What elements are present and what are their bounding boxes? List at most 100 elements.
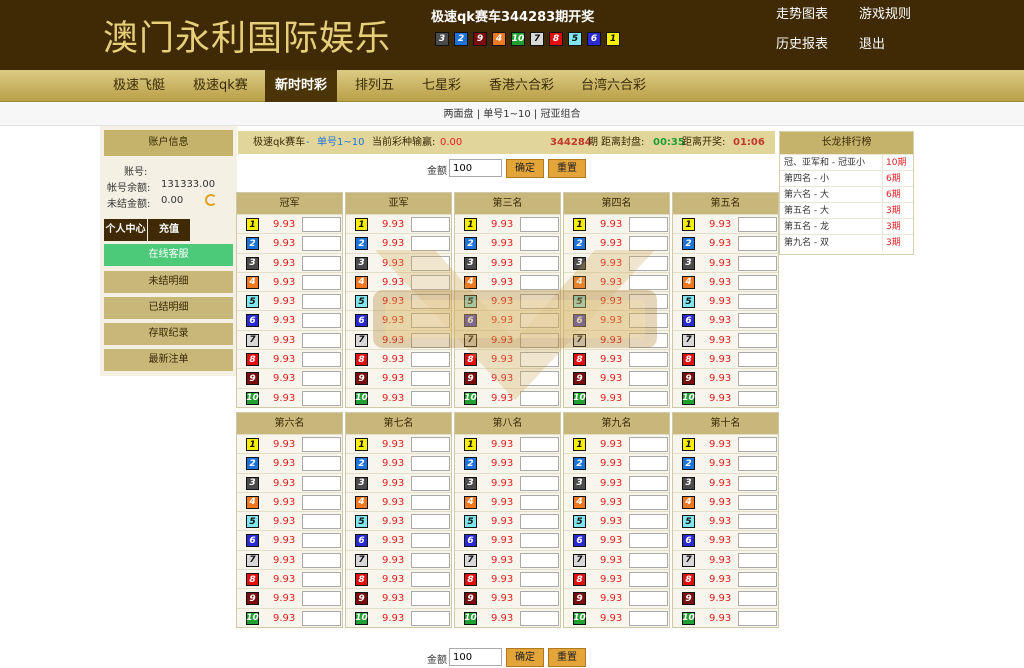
bet-row[interactable]: 5 9.93 [237, 291, 342, 310]
bet-amount-input[interactable] [738, 552, 777, 568]
bet-amount-input[interactable] [738, 475, 777, 491]
bet-row[interactable]: 2 9.93 [673, 453, 778, 472]
bet-amount-input[interactable] [411, 552, 450, 568]
bet-amount-input[interactable] [629, 475, 668, 491]
bet-row[interactable]: 3 9.93 [673, 252, 778, 272]
bet-row[interactable]: 5 9.93 [455, 511, 560, 530]
bet-amount-input[interactable] [520, 352, 559, 368]
bet-row[interactable]: 8 9.93 [673, 349, 778, 368]
trend-chart-link[interactable]: 走势图表 [776, 3, 828, 22]
bet-amount-input[interactable] [738, 591, 777, 607]
bet-amount-input[interactable] [738, 294, 777, 310]
bet-amount-input[interactable] [629, 294, 668, 310]
bet-row[interactable]: 9 9.93 [346, 368, 451, 387]
bet-row[interactable]: 5 9.93 [673, 511, 778, 530]
bet-amount-input[interactable] [520, 294, 559, 310]
bet-row[interactable]: 8 9.93 [237, 569, 342, 588]
bet-amount-input[interactable] [411, 494, 450, 510]
bet-row[interactable]: 1 9.93 [564, 434, 669, 453]
bet-amount-input[interactable] [520, 572, 559, 588]
bet-row[interactable]: 1 9.93 [346, 214, 451, 233]
bet-amount-input[interactable] [629, 514, 668, 530]
bet-amount-input[interactable] [520, 371, 559, 387]
bet-row[interactable]: 1 9.93 [237, 434, 342, 453]
bet-amount-input[interactable] [302, 572, 341, 588]
bet-row[interactable]: 4 9.93 [673, 271, 778, 291]
bet-amount-input[interactable] [520, 274, 559, 290]
bet-amount-input[interactable] [520, 313, 559, 329]
bet-row[interactable]: 7 9.93 [346, 549, 451, 569]
bet-row[interactable]: 9 9.93 [564, 588, 669, 607]
bet-amount-input[interactable] [629, 274, 668, 290]
bet-row[interactable]: 2 9.93 [455, 233, 560, 252]
bet-amount-input[interactable] [411, 294, 450, 310]
bet-row[interactable]: 4 9.93 [455, 271, 560, 291]
bet-row[interactable]: 6 9.93 [564, 310, 669, 329]
reset-button[interactable]: 重置 [548, 159, 586, 178]
bet-row[interactable]: 1 9.93 [455, 434, 560, 453]
bet-amount-input[interactable] [738, 255, 777, 271]
bet-amount-input[interactable] [302, 313, 341, 329]
bet-amount-input[interactable] [738, 332, 777, 348]
bet-amount-input[interactable] [302, 514, 341, 530]
bet-amount-input[interactable] [411, 313, 450, 329]
bet-row[interactable]: 5 9.93 [346, 511, 451, 530]
bet-row[interactable]: 9 9.93 [455, 368, 560, 387]
bet-amount-input[interactable] [302, 217, 341, 232]
bet-row[interactable]: 6 9.93 [346, 310, 451, 329]
bet-amount-input[interactable] [629, 552, 668, 568]
bet-row[interactable]: 8 9.93 [346, 569, 451, 588]
bet-amount-input[interactable] [411, 390, 450, 406]
bet-amount-input[interactable] [629, 332, 668, 348]
bet-amount-input[interactable] [629, 236, 668, 252]
bet-amount-input[interactable] [520, 255, 559, 271]
bet-row[interactable]: 7 9.93 [237, 329, 342, 349]
bet-row[interactable]: 9 9.93 [673, 368, 778, 387]
bet-row[interactable]: 4 9.93 [237, 491, 342, 511]
bet-row[interactable]: 8 9.93 [455, 349, 560, 368]
logout-link[interactable]: 退出 [859, 33, 885, 52]
bet-amount-input[interactable] [738, 313, 777, 329]
bet-amount-input[interactable] [629, 533, 668, 549]
bet-row[interactable]: 3 9.93 [346, 472, 451, 492]
bet-amount-input[interactable] [302, 494, 341, 510]
bet-amount-input[interactable] [738, 610, 777, 626]
bet-row[interactable]: 2 9.93 [564, 233, 669, 252]
bet-row[interactable]: 1 9.93 [455, 214, 560, 233]
bet-amount-input[interactable] [302, 236, 341, 252]
bet-row[interactable]: 10 9.93 [237, 607, 342, 627]
bet-amount-input[interactable] [302, 456, 341, 472]
bet-row[interactable]: 2 9.93 [237, 233, 342, 252]
bet-amount-input[interactable] [520, 475, 559, 491]
reset-button-bottom[interactable]: 重置 [548, 648, 586, 667]
bet-row[interactable]: 4 9.93 [237, 271, 342, 291]
bet-row[interactable]: 6 9.93 [564, 530, 669, 549]
bet-row[interactable]: 4 9.93 [346, 491, 451, 511]
bet-row[interactable]: 1 9.93 [237, 214, 342, 233]
bet-row[interactable]: 6 9.93 [237, 530, 342, 549]
bet-amount-input[interactable] [738, 236, 777, 252]
bet-amount-input[interactable] [629, 437, 668, 452]
bet-row[interactable]: 2 9.93 [455, 453, 560, 472]
bet-row[interactable]: 6 9.93 [455, 530, 560, 549]
bet-amount-input[interactable] [302, 610, 341, 626]
bet-amount-input[interactable] [411, 217, 450, 232]
bet-amount-input[interactable] [520, 552, 559, 568]
nav-tab-tw-mark-six[interactable]: 台湾六合彩 [571, 70, 656, 102]
bet-row[interactable]: 4 9.93 [455, 491, 560, 511]
bet-amount-input[interactable] [520, 437, 559, 452]
history-report-link[interactable]: 历史报表 [776, 33, 828, 52]
online-service-button[interactable]: 在线客服 [104, 244, 233, 266]
bet-amount-input[interactable] [738, 437, 777, 452]
bet-amount-input[interactable] [629, 494, 668, 510]
bet-row[interactable]: 1 9.93 [673, 434, 778, 453]
bet-row[interactable]: 10 9.93 [564, 607, 669, 627]
bet-amount-input[interactable] [411, 533, 450, 549]
bet-amount-input[interactable] [520, 514, 559, 530]
bet-amount-input[interactable] [411, 236, 450, 252]
bet-row[interactable]: 3 9.93 [346, 252, 451, 272]
bet-row[interactable]: 6 9.93 [237, 310, 342, 329]
bet-amount-input[interactable] [629, 456, 668, 472]
recharge-button[interactable]: 充值 [148, 219, 190, 241]
bet-row[interactable]: 7 9.93 [455, 549, 560, 569]
